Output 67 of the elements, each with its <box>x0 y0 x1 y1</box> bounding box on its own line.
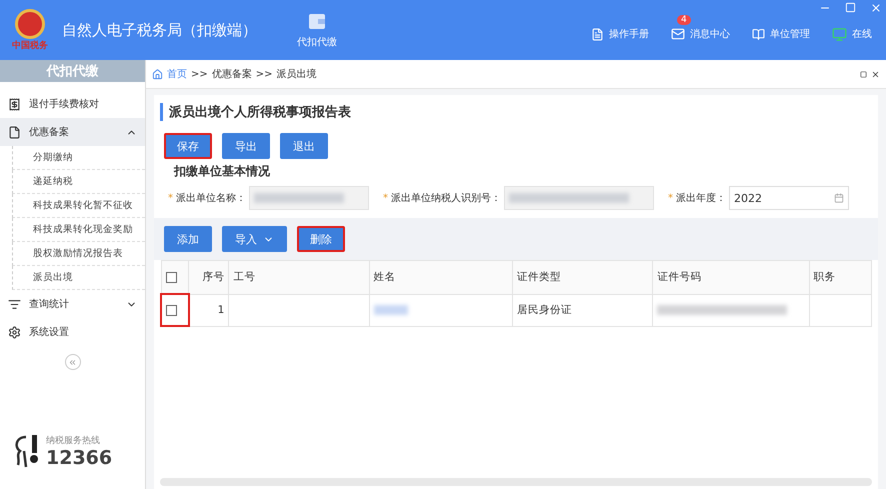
collapse-button[interactable] <box>64 354 80 370</box>
breadcrumb-link[interactable]: 派员出境 <box>276 67 317 81</box>
header-link[interactable]: 操作手册 <box>591 26 649 42</box>
required-mark: * <box>168 192 173 204</box>
table-button[interactable]: 删除 <box>297 226 345 252</box>
input-field[interactable] <box>504 186 654 210</box>
field-label: 派出年度： <box>676 192 726 205</box>
table-button[interactable]: 添加 <box>164 226 212 252</box>
sidebar-subitem[interactable]: 股权激励情况报告表 <box>12 242 145 266</box>
checkbox[interactable] <box>166 304 177 316</box>
field-label: 派出单位名称： <box>176 192 246 205</box>
column-header: 序号 <box>188 260 229 294</box>
column-header: 工号 <box>228 260 370 294</box>
header-link[interactable]: 单位管理 <box>752 26 810 42</box>
module-tab[interactable]: 代扣代缴 <box>297 11 337 49</box>
header-link[interactable]: 在线 <box>832 26 872 42</box>
column-header: 证件号码 <box>652 260 810 294</box>
form-title: 派员出境个人所得税事项报告表 <box>160 103 872 121</box>
checkbox[interactable] <box>166 272 176 282</box>
sidebar-item[interactable]: 优惠备案 <box>0 118 145 146</box>
emblem-icon <box>15 8 45 38</box>
document-icon <box>591 28 604 40</box>
sidebar-title: 代扣代缴 <box>0 60 145 82</box>
sidebar-subitem[interactable]: 分期缴纳 <box>12 146 145 170</box>
close-icon[interactable] <box>871 70 880 78</box>
breadcrumb-separator: >> <box>191 68 208 80</box>
sidebar-subitem[interactable]: 科技成果转化暂不征收 <box>12 194 145 218</box>
section-title: 扣缴单位基本情况 <box>172 163 271 180</box>
required-mark: * <box>668 192 673 204</box>
form-button[interactable]: 退出 <box>280 133 328 159</box>
mail-icon <box>671 27 685 41</box>
breadcrumb-separator: >> <box>256 68 273 80</box>
hotline-number: 12366 <box>46 446 112 468</box>
breadcrumb-link[interactable]: 优惠备案 <box>212 67 252 81</box>
maximize-icon[interactable] <box>845 2 856 13</box>
home-icon <box>152 68 163 80</box>
calendar-icon <box>834 193 844 203</box>
sidebar-subitem[interactable]: 递延纳税 <box>12 170 145 194</box>
receipt-icon <box>8 98 21 110</box>
notification-badge: 4 <box>677 14 691 24</box>
search-list-icon <box>8 298 21 310</box>
document-icon <box>8 126 21 138</box>
date-field[interactable]: 2022 <box>729 186 849 210</box>
redacted-block <box>374 305 408 315</box>
table-cell: 居民身份证 <box>512 294 653 326</box>
app-title: 自然人电子税务局（扣缴端） <box>62 20 257 40</box>
restore-icon[interactable] <box>860 70 867 78</box>
double-chevron-icon <box>68 358 77 366</box>
settings-icon <box>8 326 21 338</box>
column-header: 证件类型 <box>512 260 653 294</box>
monitor-icon <box>832 26 847 42</box>
column-header: 姓名 <box>369 260 512 294</box>
required-mark: * <box>383 192 388 204</box>
hotline-label: 纳税服务热线 <box>46 434 101 446</box>
header-link[interactable]: 消息中心 <box>671 26 730 42</box>
logo-text: 中国税务 <box>12 39 48 52</box>
form-button[interactable]: 保存 <box>164 133 212 159</box>
wallet-icon <box>307 11 327 31</box>
column-header: 职务 <box>809 260 872 294</box>
input-field[interactable] <box>249 186 369 210</box>
book-icon <box>752 28 765 40</box>
table-button[interactable]: 导入 <box>222 226 287 252</box>
sidebar-subitem[interactable]: 科技成果转化现金奖励 <box>12 218 145 242</box>
form-button[interactable]: 导出 <box>222 133 270 159</box>
table-cell: 1 <box>188 294 229 326</box>
breadcrumb-link[interactable]: 首页 <box>167 67 187 81</box>
field-label: 派出单位纳税人识别号： <box>391 192 501 205</box>
